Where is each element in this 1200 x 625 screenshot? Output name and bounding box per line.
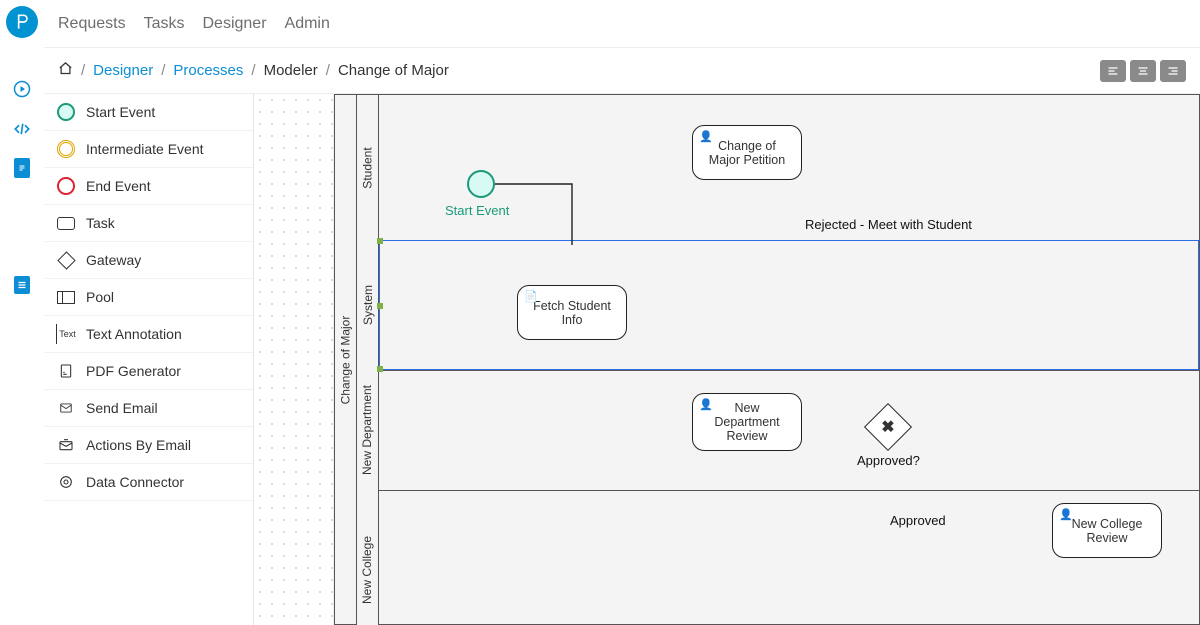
align-right-button[interactable] [1160,60,1186,82]
list-icon[interactable] [14,276,30,294]
pool-title[interactable]: Change of Major [335,95,357,624]
palette-task[interactable]: Task [44,205,253,242]
user-icon: 👤 [699,130,713,143]
gear-icon[interactable] [11,236,33,258]
task-new-department-review[interactable]: 👤 New Department Review [692,393,802,451]
crumb-current: Change of Major [338,62,449,79]
palette-start-event[interactable]: Start Event [44,94,253,131]
lane-separator [357,490,1199,491]
lane-system[interactable]: System [357,240,379,370]
align-toolbar [1100,60,1186,82]
palette-pdf-generator[interactable]: PDF Generator [44,353,253,390]
palette-gateway[interactable]: Gateway [44,242,253,279]
palette-data-connector[interactable]: Data Connector [44,464,253,501]
lock-icon[interactable] [11,196,33,218]
breadcrumb-bar: / Designer / Processes / Modeler / Chang… [44,48,1200,94]
pool[interactable]: Change of Major Student System New Depar… [334,94,1200,625]
element-palette: Start Event Intermediate Event End Event… [44,94,254,625]
palette-intermediate-event[interactable]: Intermediate Event [44,131,253,168]
align-left-button[interactable] [1100,60,1126,82]
align-center-button[interactable] [1130,60,1156,82]
code-icon[interactable] [11,118,33,140]
lane-new-department[interactable]: New Department [357,370,379,490]
start-event[interactable] [467,170,495,198]
nav-tasks[interactable]: Tasks [144,15,185,33]
lane-new-college[interactable]: New College [357,490,379,625]
left-rail [0,0,44,625]
lane-student[interactable]: Student [357,95,379,240]
task-change-of-major-petition[interactable]: 👤 Change of Major Petition [692,125,802,180]
selection-box[interactable] [379,240,1199,370]
breadcrumb: / Designer / Processes / Modeler / Chang… [58,61,449,80]
crumb-designer[interactable]: Designer [93,62,153,79]
app-logo[interactable] [6,6,38,38]
top-nav: Requests Tasks Designer Admin [44,0,1200,48]
gateway-x-icon: ✖ [872,411,904,443]
user-icon: 👤 [699,398,713,411]
crumb-processes[interactable]: Processes [173,62,243,79]
gateway-label: Approved? [857,453,920,468]
palette-send-email[interactable]: Send Email [44,390,253,427]
nav-requests[interactable]: Requests [58,15,126,33]
bpmn-canvas[interactable]: Change of Major Student System New Depar… [334,94,1200,625]
resize-handle[interactable] [377,303,383,309]
home-icon[interactable] [58,61,73,80]
palette-actions-by-email[interactable]: Actions By Email [44,427,253,464]
user-icon: 👤 [1059,508,1073,521]
palette-end-event[interactable]: End Event [44,168,253,205]
start-event-label: Start Event [445,203,509,218]
palette-text-annotation[interactable]: TextText Annotation [44,316,253,353]
edge-label-approved: Approved [890,513,946,528]
gateway-approved[interactable]: ✖ [864,403,912,451]
play-icon[interactable] [11,78,33,100]
nav-admin[interactable]: Admin [285,15,330,33]
dot-grid-margin [254,94,334,625]
edge-label-rejected: Rejected - Meet with Student [805,217,972,232]
resize-handle[interactable] [377,238,383,244]
crumb-modeler: Modeler [264,62,318,79]
lane-separator [357,370,1199,371]
edges [357,95,657,245]
palette-pool[interactable]: Pool [44,279,253,316]
nav-designer[interactable]: Designer [203,15,267,33]
file-icon[interactable] [14,158,30,178]
task-new-college-review[interactable]: 👤 New College Review [1052,503,1162,558]
resize-handle[interactable] [377,366,383,372]
